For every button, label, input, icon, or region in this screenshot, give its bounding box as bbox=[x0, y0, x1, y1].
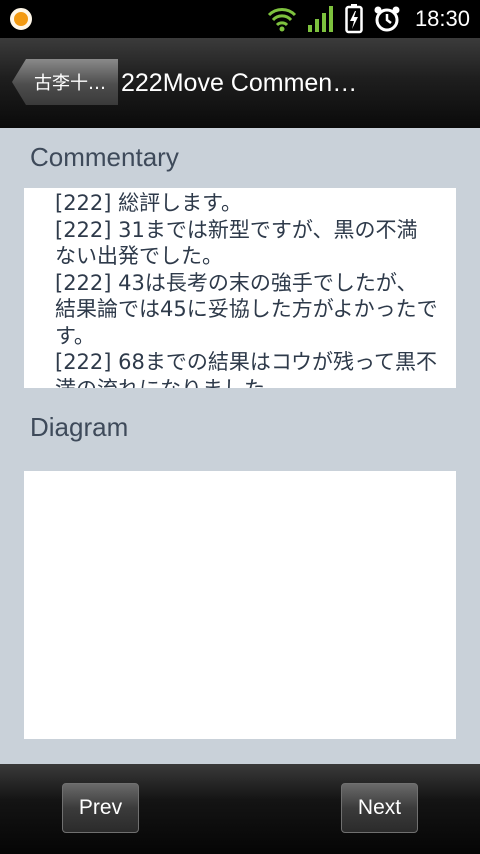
alarm-icon bbox=[374, 6, 400, 32]
diagram-heading: Diagram bbox=[30, 412, 129, 442]
status-icons: 18:30 bbox=[267, 3, 470, 35]
prev-button[interactable]: Prev bbox=[62, 783, 139, 833]
diagram-area[interactable] bbox=[24, 471, 456, 739]
status-bar: 18:30 bbox=[0, 0, 480, 38]
commentary-line: [222] 43は長考の末の強手でしたが、結果論では45に妥協した方がよかったで… bbox=[55, 270, 438, 348]
next-button[interactable]: Next bbox=[341, 783, 418, 833]
signal-icon bbox=[307, 6, 333, 32]
app-notification-icon bbox=[10, 8, 32, 30]
back-button-label: 古李十… bbox=[34, 73, 106, 94]
battery-icon bbox=[345, 4, 363, 34]
commentary-box[interactable]: [222] 総評します。 [222] 31までは新型ですが、黒の不満ない出発でし… bbox=[24, 188, 456, 388]
back-button[interactable]: 古李十… bbox=[12, 59, 118, 105]
commentary-line: [222] 総評します。 bbox=[55, 191, 243, 215]
commentary-heading: Commentary bbox=[30, 142, 179, 172]
page-title: 222Move Commen… bbox=[121, 69, 358, 97]
wifi-icon bbox=[267, 8, 297, 32]
commentary-text: [222] 総評します。 [222] 31までは新型ですが、黒の不満ない出発でし… bbox=[24, 188, 456, 388]
status-time: 18:30 bbox=[414, 6, 470, 31]
commentary-line: [222] 31までは新型ですが、黒の不満ない出発でした。 bbox=[55, 217, 418, 269]
commentary-line: [222] 68までの結果はコウが残って黒不満の流れになりました。 bbox=[55, 350, 437, 388]
